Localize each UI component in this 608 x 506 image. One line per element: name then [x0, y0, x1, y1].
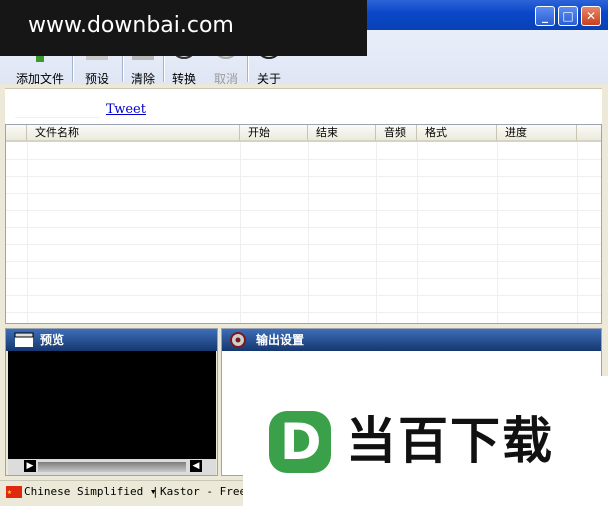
- column-header-filler: [577, 125, 601, 142]
- settings-gear-icon: [230, 332, 246, 348]
- clear-label: 清除: [130, 72, 155, 86]
- grid-line: [6, 193, 601, 194]
- preview-seekbar[interactable]: ▶ ◀: [8, 459, 216, 475]
- language-selector[interactable]: Chinese Simplified ▾: [24, 481, 156, 503]
- status-separator: |: [152, 485, 159, 498]
- close-button[interactable]: ✕: [581, 6, 601, 26]
- grid-line: [6, 176, 601, 177]
- grid-line: [240, 142, 241, 323]
- maximize-button[interactable]: □: [558, 6, 578, 26]
- grid-line: [6, 312, 601, 313]
- grid-line: [308, 142, 309, 323]
- app-window: _ □ ✕ www.downbai.com 添加文件 预设 清除 转换 取消 关…: [0, 0, 608, 506]
- column-header-audio[interactable]: 音频: [376, 125, 417, 142]
- clapperboard-icon: [14, 332, 34, 347]
- file-list[interactable]: 文件名称 开始 结束 音频 格式 进度: [5, 124, 602, 324]
- column-label: 结束: [316, 126, 338, 139]
- toolbar-separator: [72, 56, 74, 82]
- grid-line: [6, 159, 601, 160]
- site-logo-overlay: D 当百下载: [243, 376, 608, 506]
- tweet-link[interactable]: Tweet: [106, 102, 146, 117]
- preview-panel: 预览 ▶ ◀: [5, 328, 218, 476]
- grid-line: [27, 142, 28, 323]
- column-header-progress[interactable]: 进度: [497, 125, 577, 142]
- social-placeholder: [15, 99, 100, 118]
- about-label: 关于: [256, 72, 281, 86]
- china-flag-icon: [6, 481, 22, 503]
- column-header-start[interactable]: 开始: [240, 125, 308, 142]
- column-header-format[interactable]: 格式: [417, 125, 497, 142]
- column-header-blank: [6, 125, 27, 142]
- seek-track[interactable]: [38, 462, 186, 472]
- logo-letter: D: [280, 413, 322, 471]
- toolbar-separator: [247, 56, 249, 82]
- scroll-left-button[interactable]: ▶: [24, 460, 36, 472]
- grid-line: [417, 142, 418, 323]
- preview-title: 预览: [40, 333, 65, 347]
- output-title: 输出设置: [256, 333, 305, 347]
- column-label: 文件名称: [35, 126, 79, 139]
- minimize-button[interactable]: _: [535, 6, 555, 26]
- column-label: 音频: [384, 126, 406, 139]
- column-label: 进度: [505, 126, 527, 139]
- video-preview: [8, 351, 216, 459]
- social-bar: Tweet: [5, 88, 602, 125]
- column-label: 开始: [248, 126, 270, 139]
- column-header-filename[interactable]: 文件名称: [27, 125, 240, 142]
- cancel-label: 取消: [213, 72, 238, 86]
- scroll-right-button[interactable]: ◀: [190, 460, 202, 472]
- grid-line: [6, 295, 601, 296]
- preview-header: 预览: [6, 329, 217, 351]
- column-label: 格式: [425, 126, 447, 139]
- convert-label: 转换: [171, 72, 196, 86]
- status-info: Kastor - Free: [160, 485, 247, 498]
- output-header: 输出设置: [222, 329, 601, 351]
- grid-line: [497, 142, 498, 323]
- grid-line: [577, 142, 578, 323]
- preset-label: 预设: [84, 72, 109, 86]
- maximize-icon: □: [562, 9, 574, 23]
- grid-line: [376, 142, 377, 323]
- minimize-icon: _: [542, 9, 548, 23]
- grid-line: [6, 278, 601, 279]
- language-label: Chinese Simplified: [24, 485, 144, 498]
- logo-mark: D: [269, 411, 331, 473]
- grid-line: [6, 227, 601, 228]
- toolbar-separator: [163, 56, 165, 82]
- add-files-label: 添加文件: [15, 72, 64, 86]
- grid-line: [6, 244, 601, 245]
- grid-line: [6, 210, 601, 211]
- toolbar-separator: [122, 56, 124, 82]
- logo-text: 当百下载: [346, 412, 554, 470]
- close-icon: ✕: [585, 9, 597, 23]
- column-header-end[interactable]: 结束: [308, 125, 376, 142]
- site-watermark: www.downbai.com: [0, 0, 367, 56]
- grid-line: [6, 261, 601, 262]
